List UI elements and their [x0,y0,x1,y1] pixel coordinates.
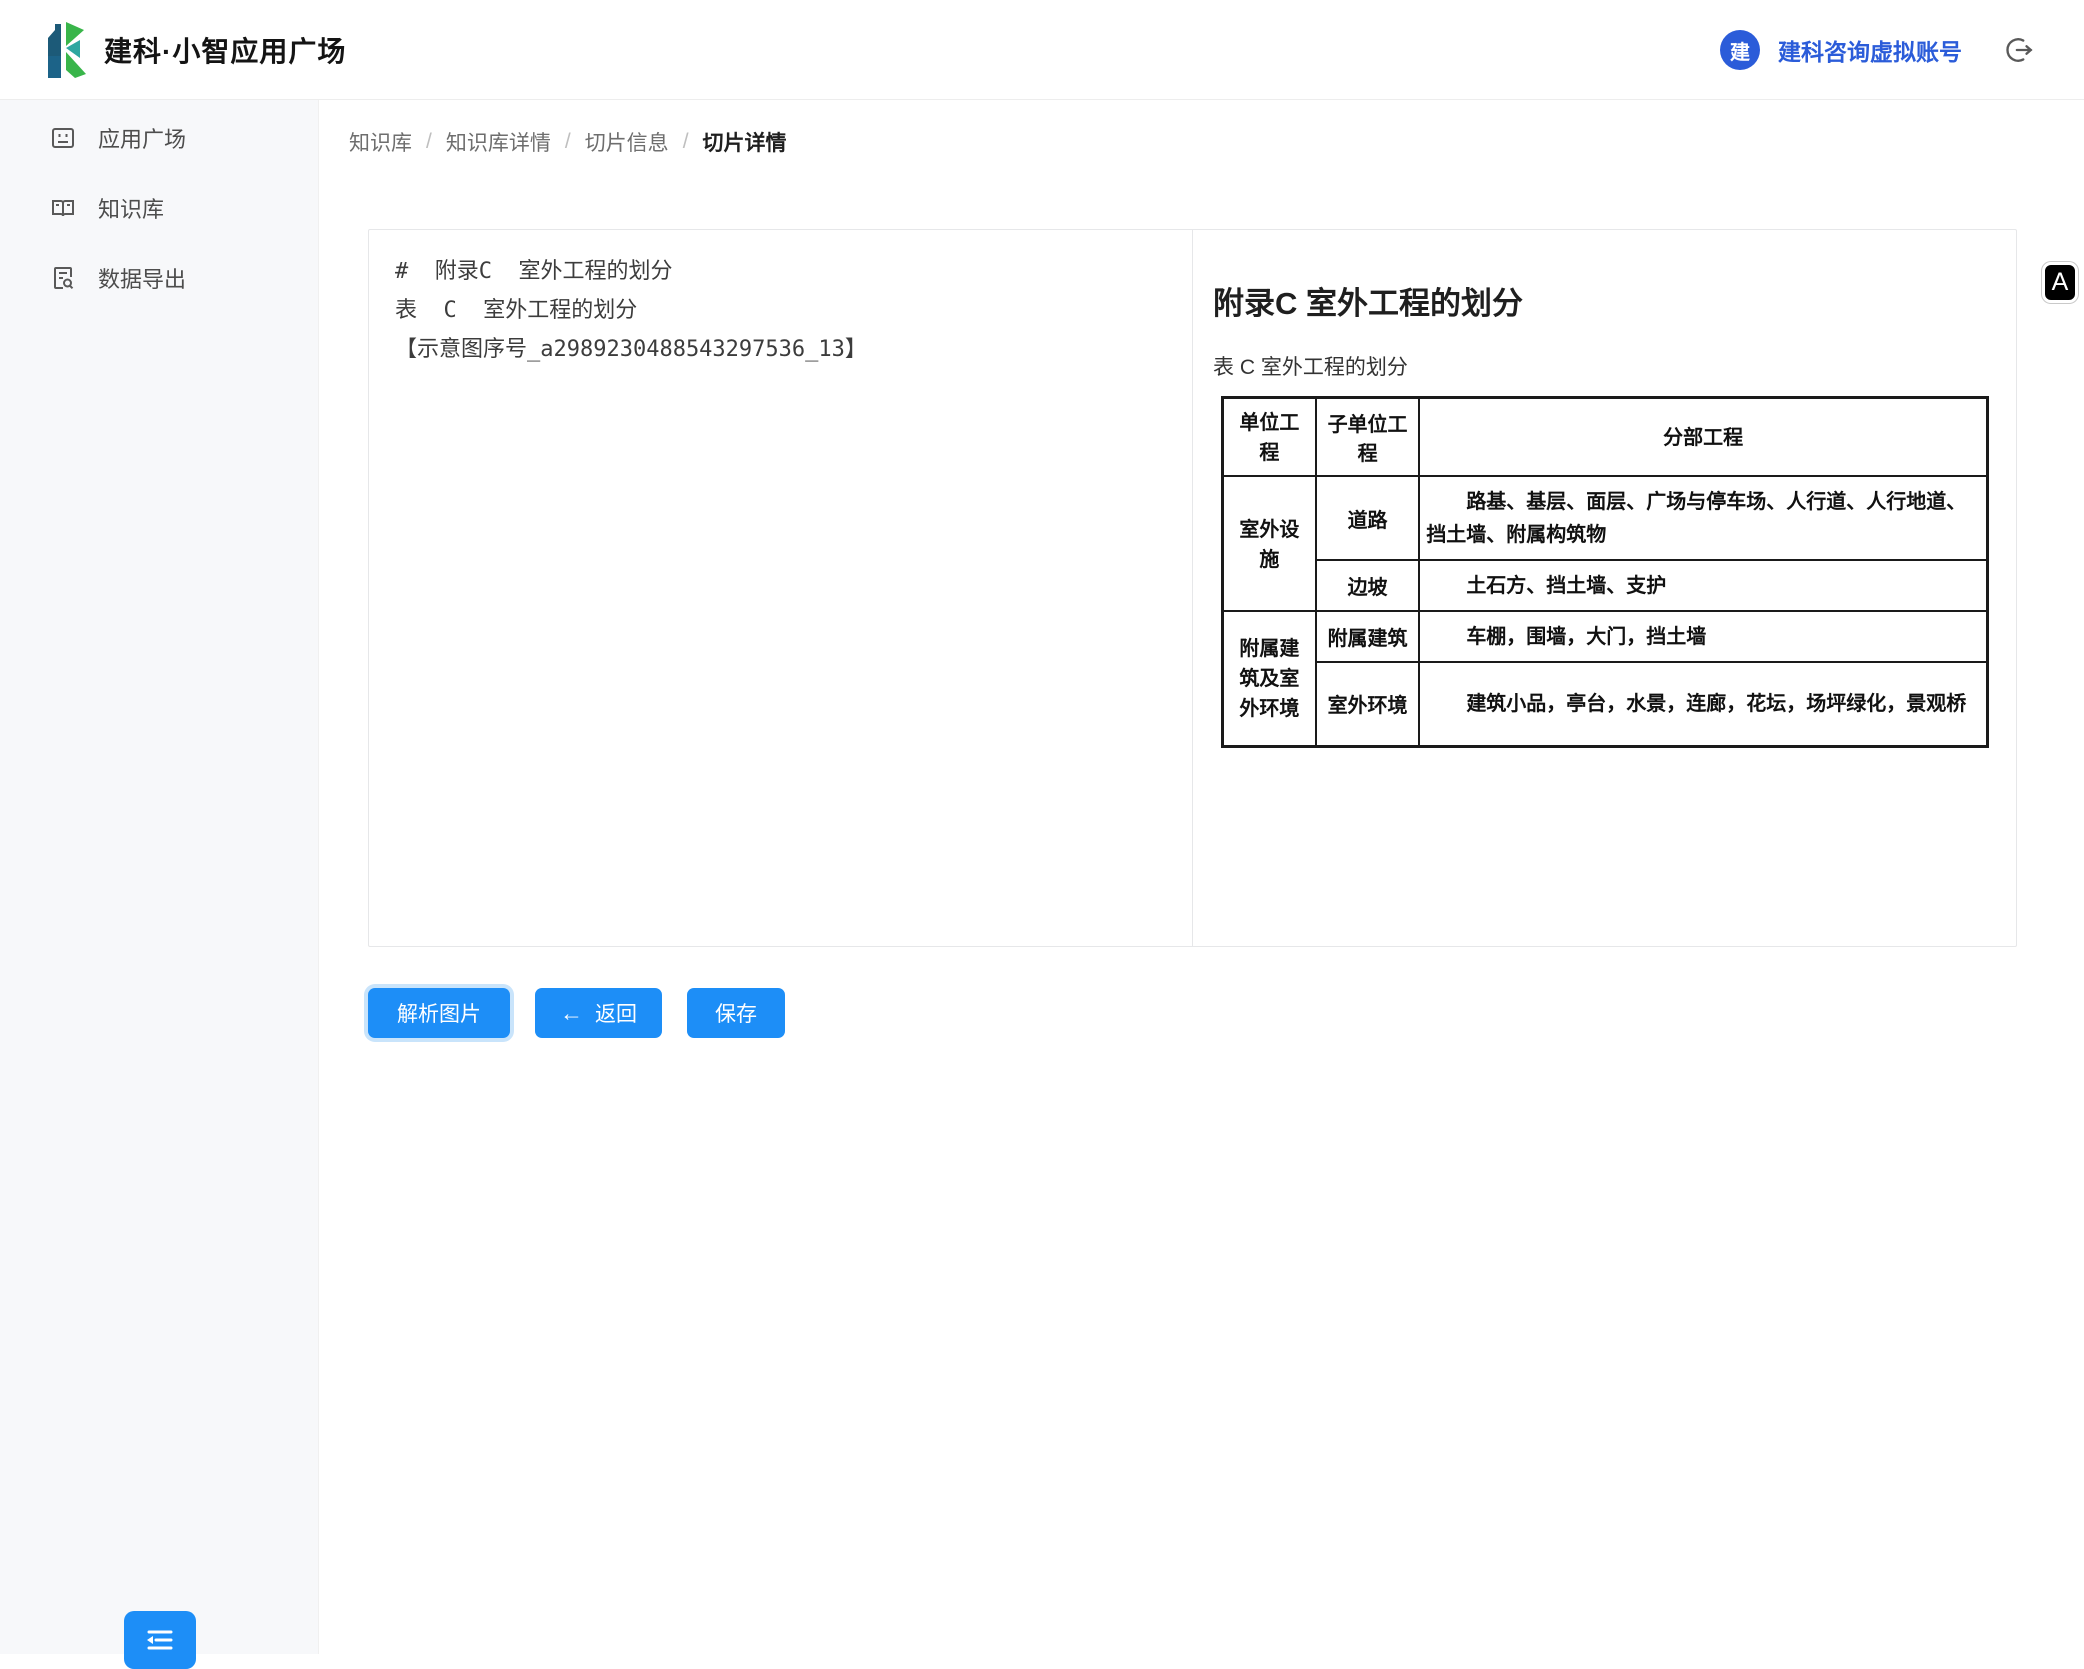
table-cell-parts: 路基、基层、面层、广场与停车场、人行道、人行地道、挡土墙、附属构筑物 [1419,476,1987,560]
preview-table-caption: 表 C 室外工程的划分 [1213,351,1990,381]
app-grid-icon [50,125,76,151]
app-header: 建科·小智应用广场 建 建科咨询虚拟账号 [0,0,2084,100]
table-cell-sub: 边坡 [1316,560,1419,611]
logout-icon[interactable] [2002,33,2036,67]
table-cell-parts: 土石方、挡土墙、支护 [1419,560,1987,611]
markdown-editor[interactable]: # 附录C 室外工程的划分 表 C 室外工程的划分 【示意图序号_a298923… [369,230,1193,946]
editor-line: # 附录C 室外工程的划分 [395,252,1166,291]
sidebar-item-app-plaza[interactable]: 应用广场 [0,106,318,170]
table-cell-sub: 室外环境 [1316,662,1419,746]
breadcrumb: 知识库 / 知识库详情 / 切片信息 / 切片详情 [349,120,787,164]
sidebar-item-data-export[interactable]: 数据导出 [0,246,318,310]
parse-image-button[interactable]: 解析图片 [368,988,510,1038]
table-cell-sub: 道路 [1316,476,1419,560]
table-header-cell: 单位工程 [1223,398,1316,477]
account-name[interactable]: 建科咨询虚拟账号 [1778,33,1962,67]
app-title: 建科·小智应用广场 [104,0,346,100]
sidebar: 应用广场 知识库 数据导出 [0,100,319,1654]
file-search-icon [50,265,76,291]
app-logo-icon [42,16,94,82]
breadcrumb-item-knowledge-base[interactable]: 知识库 [349,127,412,157]
sidebar-collapse-button[interactable] [124,1611,196,1669]
table-cell-parts: 建筑小品，亭台，水景，连廊，花坛，场坪绿化，景观桥 [1419,662,1987,746]
sidebar-item-label: 知识库 [98,192,164,224]
table-row: 室外环境 建筑小品，亭台，水景，连廊，花坛，场坪绿化，景观桥 [1223,662,1988,746]
back-button-label: 返回 [595,998,637,1028]
table-row: 室外设施 道路 路基、基层、面层、广场与停车场、人行道、人行地道、挡土墙、附属构… [1223,476,1988,560]
table-cell-parts: 车棚，围墙，大门，挡土墙 [1419,611,1987,662]
sidebar-item-label: 应用广场 [98,122,186,154]
table-header-cell: 分部工程 [1419,398,1987,477]
editor-line: 表 C 室外工程的划分 [395,291,1166,330]
back-button[interactable]: ← 返回 [535,988,662,1038]
scanned-table-image: 单位工程 子单位工程 分部工程 室外设施 道路 路基、基层、面层、广场与停车场、… [1221,396,1989,748]
table-cell-unit: 附属建筑及室外环境 [1223,611,1316,746]
save-button[interactable]: 保存 [687,988,785,1038]
back-arrow-icon: ← [560,1002,583,1025]
breadcrumb-item-slice-detail: 切片详情 [703,127,787,157]
action-bar: 解析图片 ← 返回 保存 [368,988,785,1038]
table-row: 附属建筑及室外环境 附属建筑 车棚，围墙，大门，挡土墙 [1223,611,1988,662]
breadcrumb-item-slice-info[interactable]: 切片信息 [585,127,669,157]
table-header-cell: 子单位工程 [1316,398,1419,477]
floating-a-key-button[interactable]: A [2042,262,2078,303]
menu-fold-icon [143,1625,177,1655]
breadcrumb-item-kb-detail[interactable]: 知识库详情 [446,127,551,157]
markdown-preview: 附录C 室外工程的划分 表 C 室外工程的划分 单位工程 子单位工程 分部工程 … [1193,230,2016,946]
sidebar-item-knowledge-base[interactable]: 知识库 [0,176,318,240]
breadcrumb-separator: / [683,130,689,154]
book-icon [50,195,76,221]
breadcrumb-separator: / [565,130,571,154]
preview-heading: 附录C 室外工程的划分 [1213,278,1990,323]
editor-line: 【示意图序号_a2989230488543297536_13】 [395,330,1166,369]
user-avatar[interactable]: 建 [1720,30,1760,70]
breadcrumb-separator: / [426,130,432,154]
table-cell-sub: 附属建筑 [1316,611,1419,662]
table-row: 边坡 土石方、挡土墙、支护 [1223,560,1988,611]
sidebar-item-label: 数据导出 [98,262,186,294]
table-cell-unit: 室外设施 [1223,476,1316,611]
slice-detail-panel: # 附录C 室外工程的划分 表 C 室外工程的划分 【示意图序号_a298923… [368,229,2017,947]
